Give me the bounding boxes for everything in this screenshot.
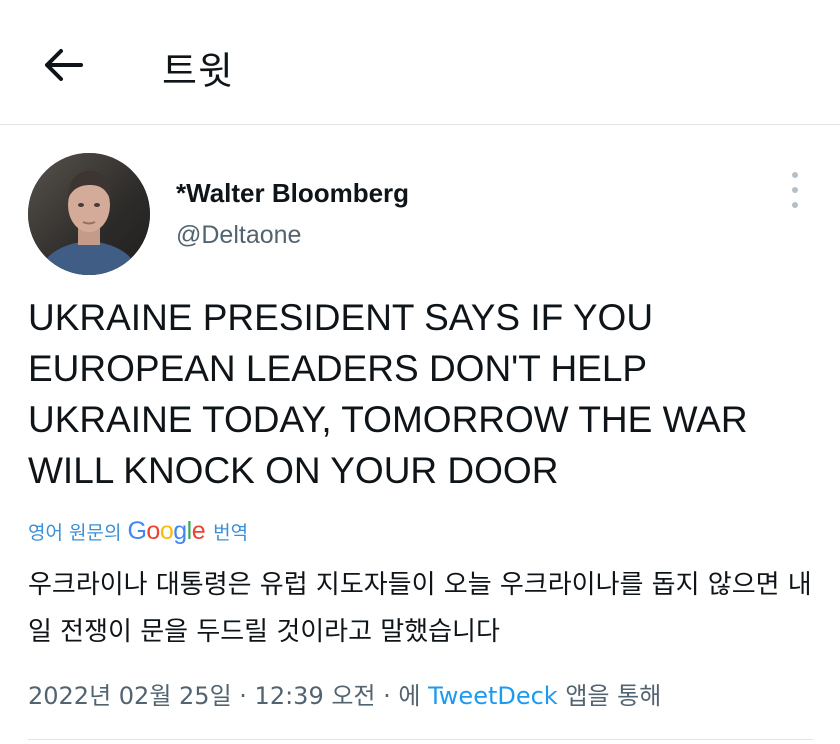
more-options-button[interactable] xyxy=(780,172,810,208)
divider xyxy=(28,739,813,740)
arrow-left-icon xyxy=(45,49,83,81)
via-suffix: 앱을 통해 xyxy=(557,682,662,710)
tweet-time[interactable]: 12:39 오전 xyxy=(255,682,376,710)
page-title: 트윗 xyxy=(162,49,234,93)
translation-suffix: 번역 xyxy=(213,521,249,544)
tweet-text: UKRAINE PRESIDENT SAYS IF YOU EUROPEAN L… xyxy=(28,297,748,491)
top-bar: 트윗 xyxy=(0,0,840,125)
translation-attribution[interactable]: 영어 원문의 Google 번역 xyxy=(28,514,248,548)
user-avatar xyxy=(28,153,150,275)
via-prefix: 에 xyxy=(398,682,429,710)
google-logo: Google xyxy=(127,516,206,545)
author-display-name[interactable]: *Walter Bloomberg xyxy=(176,178,409,209)
translation-prefix: 영어 원문의 xyxy=(28,521,122,544)
more-vertical-icon xyxy=(792,172,798,178)
avatar[interactable] xyxy=(28,153,150,275)
meta-separator: · xyxy=(231,682,255,710)
translated-text: 우크라이나 대통령은 유럽 지도자들이 오늘 우크라이나를 돕지 않으면 내일 … xyxy=(28,570,812,647)
client-link[interactable]: TweetDeck xyxy=(428,682,558,710)
author-handle[interactable]: @Deltaone xyxy=(176,221,301,250)
tweet-date[interactable]: 2022년 02월 25일 xyxy=(28,682,232,710)
tweet-metadata: 2022년 02월 25일 · 12:39 오전 · 에 TweetDeck 앱… xyxy=(28,676,661,711)
back-button[interactable] xyxy=(36,38,90,92)
meta-separator: · xyxy=(375,682,399,710)
